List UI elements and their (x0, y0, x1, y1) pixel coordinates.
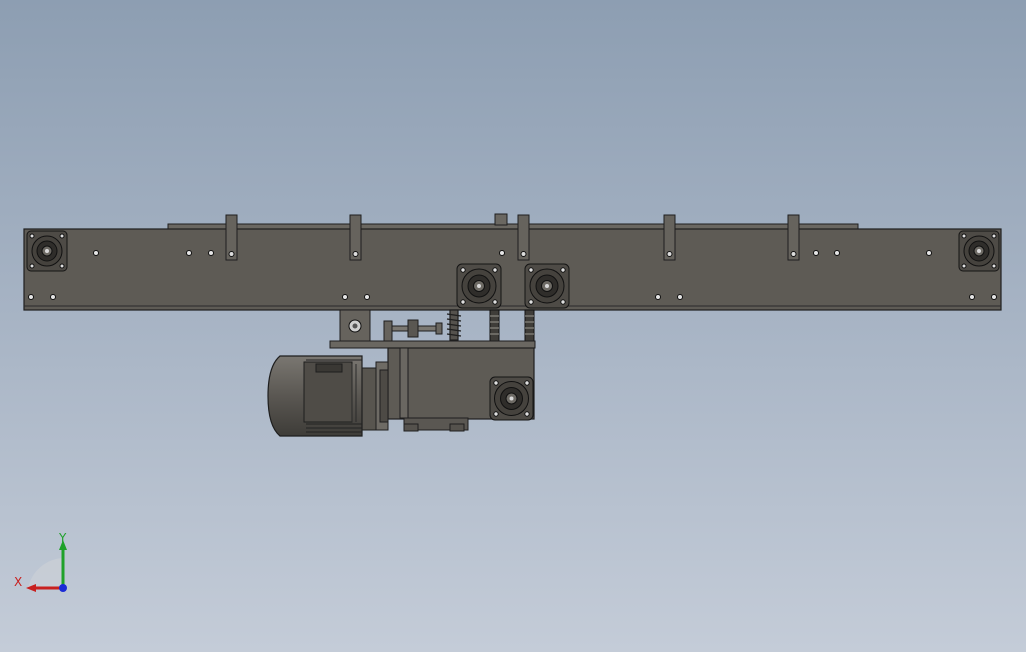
main-beam[interactable] (23, 228, 1002, 311)
bracket-4 (663, 214, 676, 261)
bearing-center-right[interactable] (524, 263, 570, 309)
bearing-right[interactable] (958, 230, 1000, 272)
bracket-1 (225, 214, 238, 261)
top-rail-strip (167, 223, 859, 230)
gearbox-output-bearing[interactable] (489, 376, 534, 421)
bracket-5 (787, 214, 800, 261)
bracket-3 (517, 214, 530, 261)
bearing-left[interactable] (26, 230, 68, 272)
mounting-plate (329, 340, 536, 349)
tension-spring (446, 309, 462, 341)
triad-y-label: Y (58, 531, 67, 545)
bracket-2 (349, 214, 362, 261)
motor-coupling-flange (361, 361, 389, 431)
motor-mount-bracket[interactable] (339, 309, 371, 343)
drive-chain-left (489, 309, 500, 343)
triad-z-axis (59, 584, 67, 592)
electric-motor[interactable] (267, 355, 363, 437)
triad-x-label: X (14, 575, 22, 589)
graphics-viewport[interactable]: Y X (0, 0, 1026, 652)
bearing-center-left[interactable] (456, 263, 502, 309)
view-orientation-triad[interactable]: Y X (10, 528, 80, 598)
conveyor-model[interactable] (0, 0, 1026, 652)
top-key-block (494, 213, 508, 226)
tensioner-screw[interactable] (383, 319, 443, 342)
drive-chain-right (524, 309, 535, 343)
triad-shade (28, 558, 62, 588)
